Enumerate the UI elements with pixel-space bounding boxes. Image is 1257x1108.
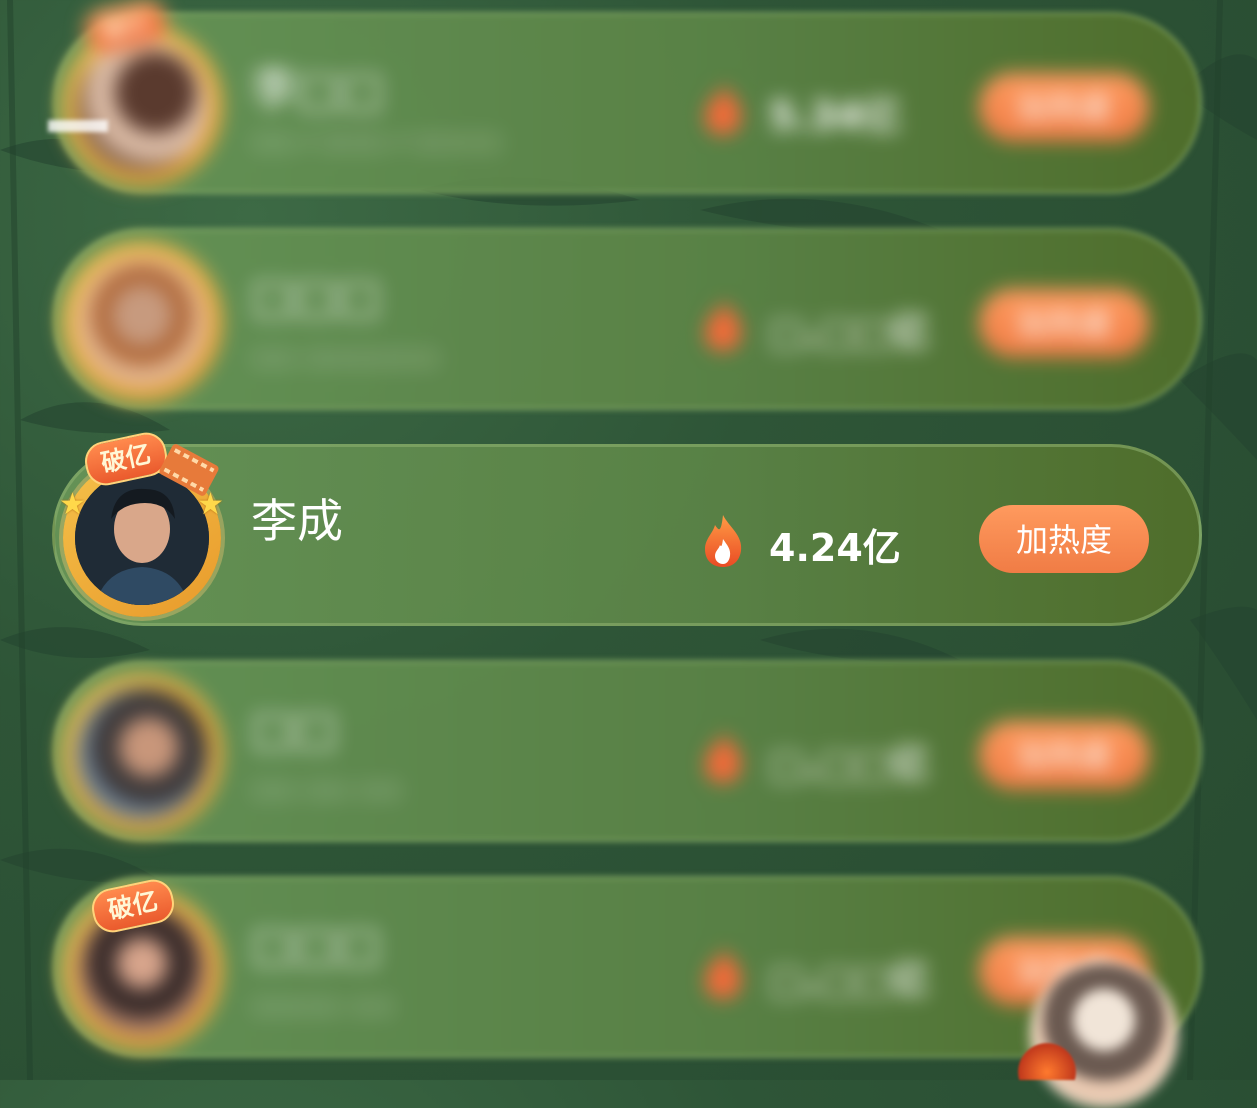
artist-works: □□ / □□□ / □□□□	[251, 127, 502, 155]
avatar[interactable]	[75, 687, 209, 821]
avatar-frame	[63, 243, 221, 401]
artist-name: 李□□	[251, 62, 384, 116]
heat-value: □.□□亿	[769, 310, 930, 354]
artist-works: □□ □□□□□□	[251, 343, 441, 371]
avatar-frame	[63, 27, 221, 185]
heat-value: □.□□亿	[769, 958, 930, 1002]
add-heat-button[interactable]: 加热度	[979, 73, 1149, 141]
artist-works: □□□□ □□	[251, 991, 395, 1019]
white-smudge	[48, 120, 108, 132]
star-icon: ★	[197, 487, 224, 522]
ranking-row[interactable]: □□ □□ □□ □□ □.□□亿 加热度	[52, 660, 1202, 842]
add-heat-button[interactable]: 加热度	[979, 505, 1149, 573]
floating-avatar[interactable]	[1030, 960, 1178, 1108]
avatar-frame	[63, 675, 221, 833]
fire-icon	[705, 947, 742, 999]
fire-icon	[705, 515, 742, 567]
ranking-row[interactable]: 破亿 李□□ □□ / □□□ / □□□□ 5.34亿 加热度	[52, 0, 1202, 194]
avatar[interactable]	[75, 39, 209, 173]
add-heat-button[interactable]: 加热度	[979, 721, 1149, 789]
add-heat-button[interactable]: 加热度	[979, 289, 1149, 357]
flame-decoration-icon	[1012, 1040, 1082, 1080]
ranking-row-highlighted[interactable]: 破亿 ★ ★ 李成 4.24亿 加热度	[52, 428, 1202, 626]
avatar-portrait	[75, 471, 209, 605]
heat-value: 5.34亿	[769, 94, 901, 138]
fire-icon	[705, 299, 742, 351]
avatar[interactable]	[75, 255, 209, 389]
artist-works: □□ □□ □□	[251, 775, 403, 803]
star-icon: ★	[59, 487, 86, 522]
artist-name: □□□	[251, 269, 382, 323]
artist-name: □□□	[251, 917, 382, 971]
fire-icon	[705, 83, 742, 135]
avatar[interactable]	[75, 471, 209, 605]
heat-value: 4.24亿	[769, 526, 901, 570]
ranking-row[interactable]: □□□ □□ □□□□□□ □.□□亿 加热度	[52, 228, 1202, 410]
artist-name: □□	[251, 701, 338, 755]
artist-name: 李成	[251, 494, 343, 548]
fire-icon	[705, 731, 742, 783]
heat-value: □.□□亿	[769, 742, 930, 786]
